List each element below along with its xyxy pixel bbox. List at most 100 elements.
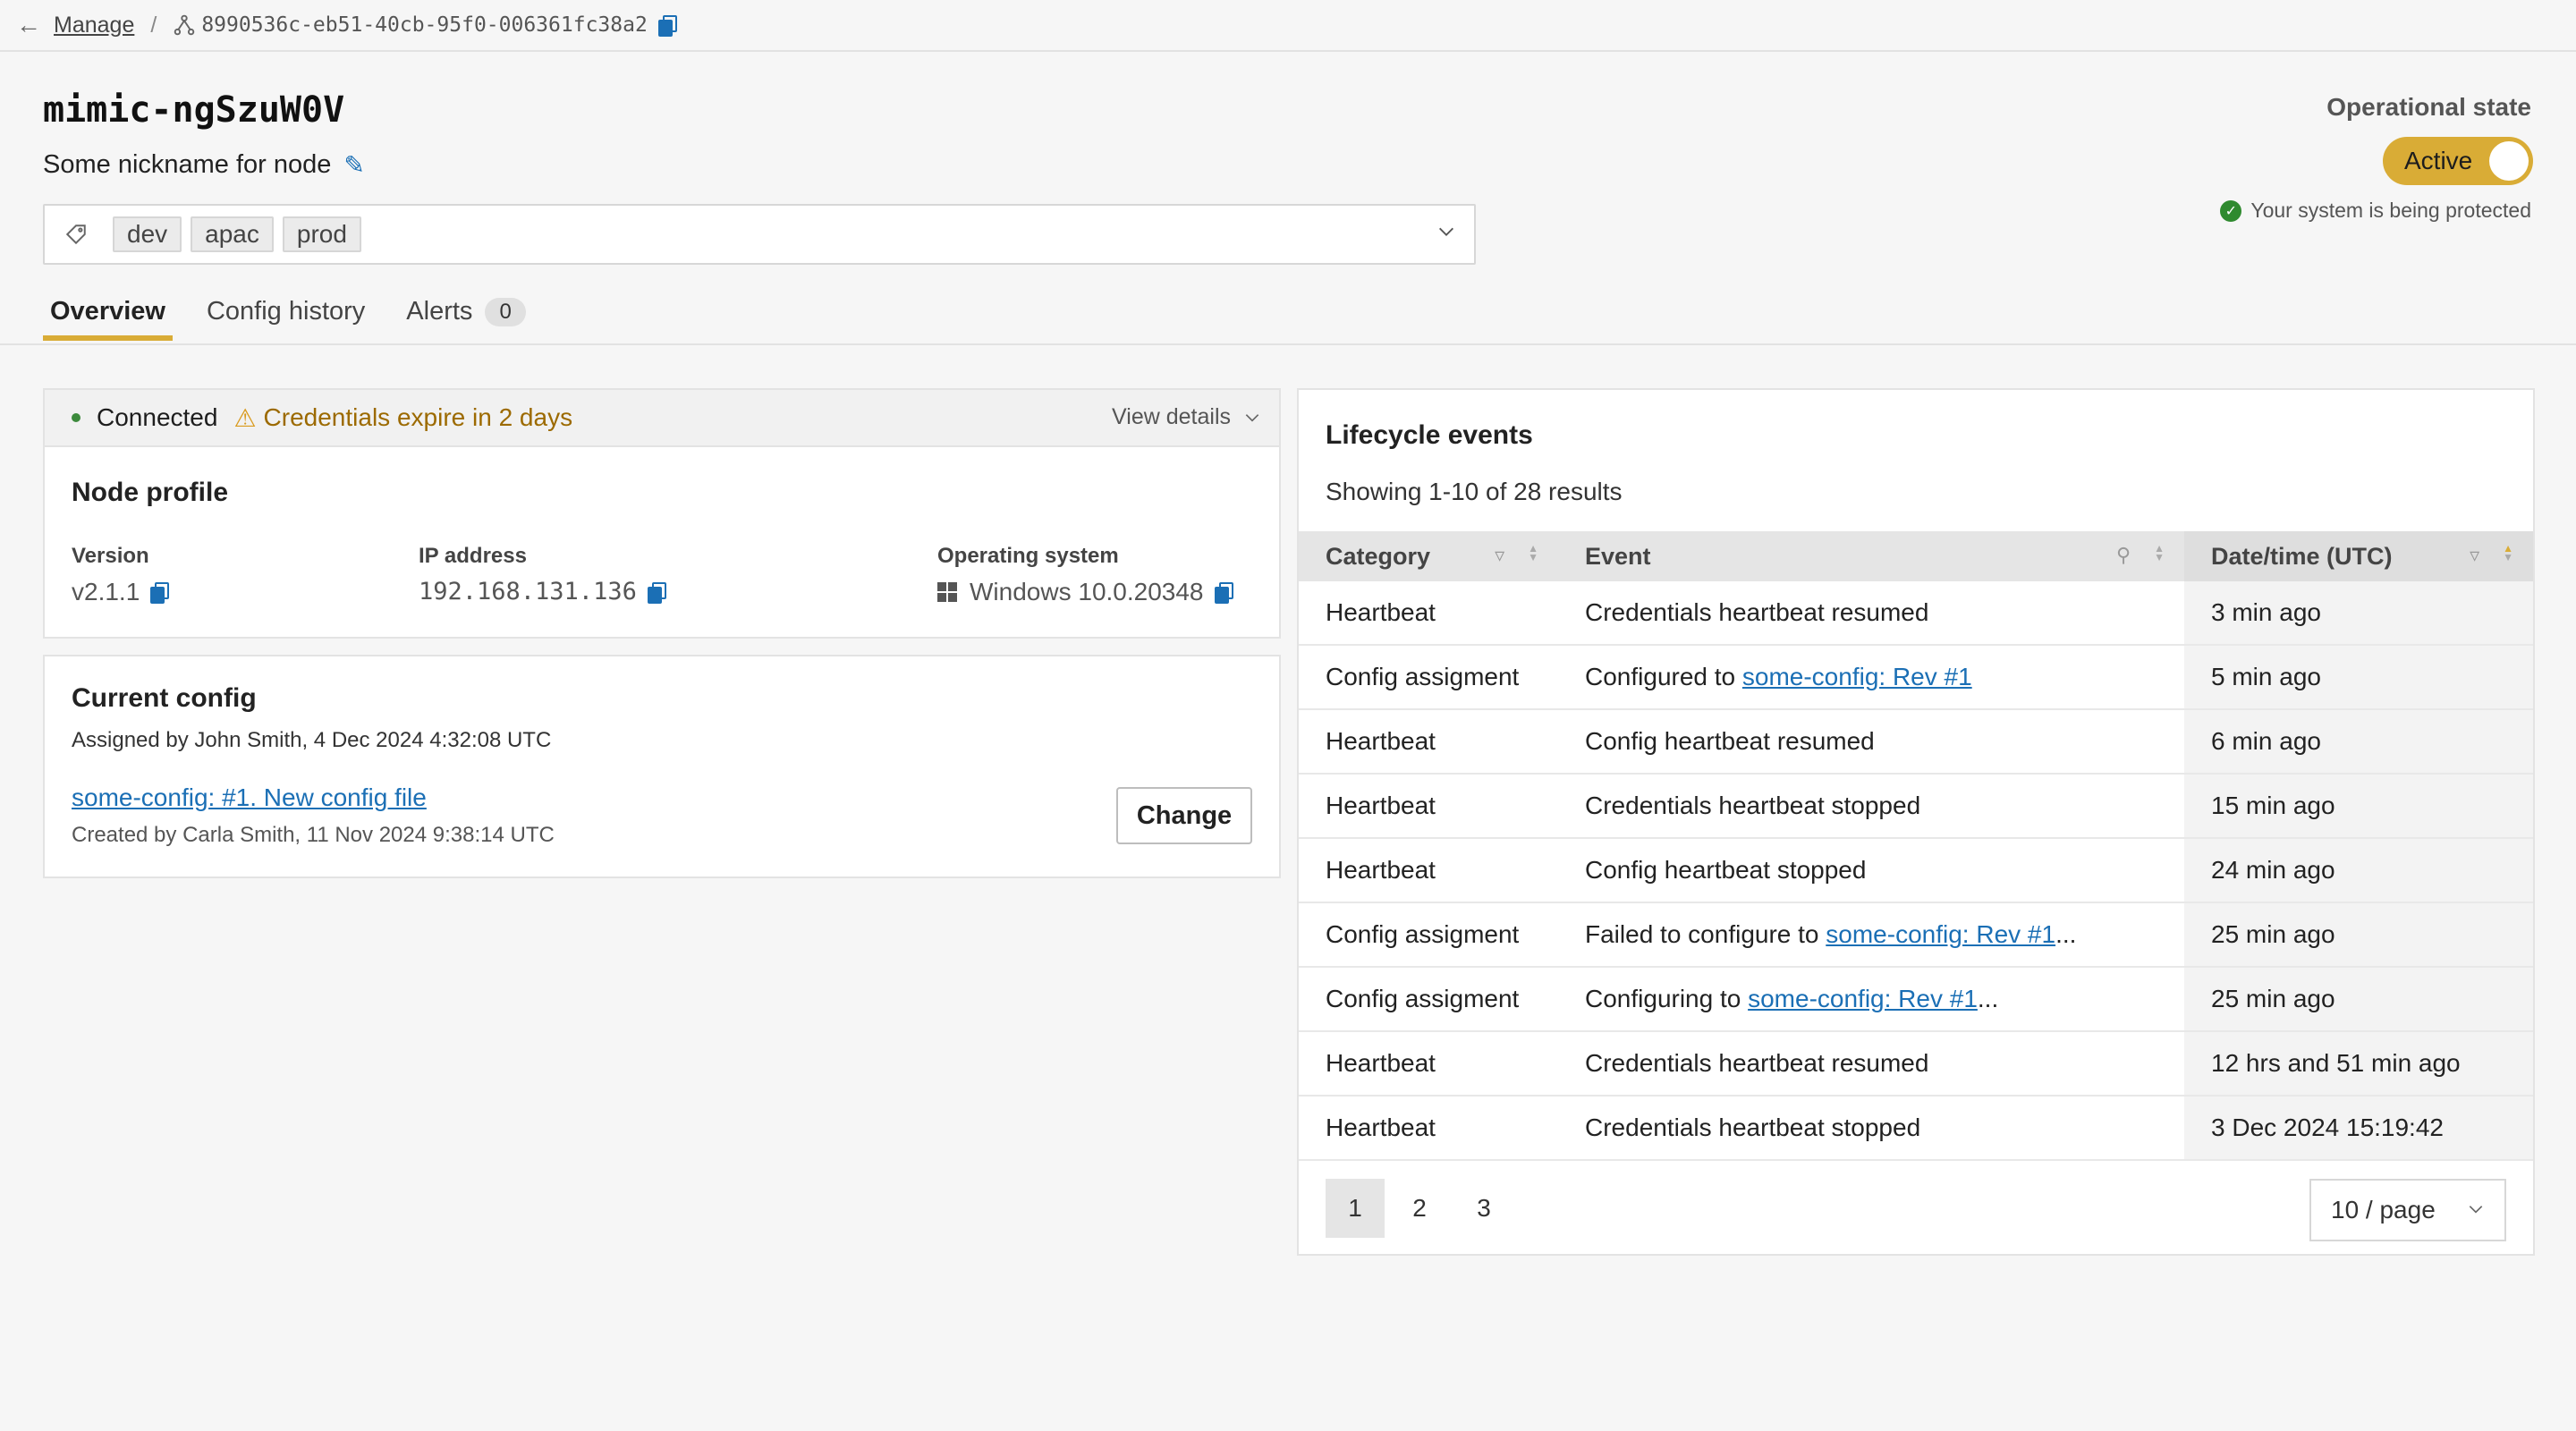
cell-datetime: 3 Dec 2024 15:19:42 <box>2184 1096 2533 1161</box>
config-file-link[interactable]: some-config: #1. New config file <box>72 783 427 812</box>
event-text: Configuring to <box>1585 985 1749 1012</box>
cell-category: Config assigment <box>1299 967 1558 1032</box>
filter-icon[interactable]: ▿ <box>2470 544 2479 567</box>
event-text: Config heartbeat stopped <box>1585 856 1867 884</box>
current-config-title: Current config <box>72 683 257 713</box>
column-datetime-label: Date/time (UTC) <box>2211 542 2393 570</box>
alerts-count-badge: 0 <box>485 297 526 326</box>
cell-event: Credentials heartbeat stopped <box>1558 1096 2184 1161</box>
tab-alerts[interactable]: Alerts 0 <box>399 292 533 341</box>
sort-icon[interactable]: ▲ ▼ <box>2154 543 2165 567</box>
chevron-down-icon <box>1245 413 1259 422</box>
page-button-2[interactable]: 2 <box>1390 1179 1449 1238</box>
protection-status: ✓ Your system is being protected <box>2220 199 2531 223</box>
cell-category: Config assigment <box>1299 645 1558 710</box>
cell-datetime: 24 min ago <box>2184 838 2533 903</box>
page-button-3[interactable]: 3 <box>1454 1179 1513 1238</box>
column-category: Category ▿ ▲ ▼ <box>1299 531 1558 581</box>
chevron-down-icon <box>2469 1206 2483 1214</box>
copy-icon[interactable] <box>657 15 677 37</box>
credentials-warning: Credentials expire in 2 days <box>263 403 573 431</box>
event-text: Credentials heartbeat resumed <box>1585 1049 1929 1077</box>
table-header-row: Category ▿ ▲ ▼ Event ⚲ ▲ ▼ Date/time (UT… <box>1299 531 2533 581</box>
cell-event: Failed to configure to some-config: Rev … <box>1558 902 2184 968</box>
tag-chip[interactable]: dev <box>113 216 182 252</box>
os-field: Operating system Windows 10.0.20348 <box>937 544 1233 606</box>
copy-icon[interactable] <box>150 582 170 604</box>
event-config-link[interactable]: some-config: Rev #1 <box>1748 985 1978 1013</box>
event-text: Credentials heartbeat stopped <box>1585 1113 1921 1141</box>
copy-icon[interactable] <box>1214 582 1233 604</box>
operational-state-toggle[interactable]: Active <box>2383 137 2533 185</box>
cell-event: Configuring to some-config: Rev #1... <box>1558 967 2184 1032</box>
event-ellipsis: ... <box>2055 920 2077 948</box>
sort-ascending-icon[interactable]: ▲ ▼ <box>2503 543 2513 567</box>
category-text: Heartbeat <box>1326 1049 1436 1077</box>
cell-datetime: 5 min ago <box>2184 645 2533 710</box>
cell-event: Credentials heartbeat resumed <box>1558 1031 2184 1097</box>
assigned-by-text: Assigned by John Smith, 4 Dec 2024 4:32:… <box>72 728 552 752</box>
pagination: 1 2 3 <box>1326 1179 1513 1238</box>
search-icon[interactable]: ⚲ <box>2116 544 2131 567</box>
version-value-row: v2.1.1 <box>72 578 170 606</box>
version-field: Version v2.1.1 <box>72 544 170 606</box>
filter-icon[interactable]: ▿ <box>1495 544 1504 567</box>
version-value: v2.1.1 <box>72 578 140 605</box>
breadcrumb-separator: / <box>150 12 157 38</box>
tag-icon <box>65 224 86 245</box>
tags-select[interactable]: dev apac prod <box>43 204 1476 265</box>
events-table-body: Heartbeat Credentials heartbeat resumed 3 … <box>1299 581 2533 1161</box>
os-value-row: Windows 10.0.20348 <box>937 578 1233 606</box>
event-config-link[interactable]: some-config: Rev #1 <box>1742 663 1972 691</box>
tab-overview[interactable]: Overview <box>43 292 173 341</box>
node-profile-title: Node profile <box>72 478 229 507</box>
page-size-select[interactable]: 10 / page <box>2309 1179 2506 1241</box>
breadcrumb-manage-link[interactable]: Manage <box>54 13 134 38</box>
table-row: Heartbeat Credentials heartbeat stopped 15… <box>1299 774 2533 839</box>
node-detail-page: ← Manage / 8990536c-eb51-40cb-95f0-00636… <box>0 0 2576 1431</box>
warning-icon: ⚠ <box>233 403 257 432</box>
chevron-down-icon[interactable] <box>1436 222 1456 241</box>
ip-value: 192.168.131.136 <box>419 578 637 605</box>
category-text: Config assigment <box>1326 920 1520 948</box>
tab-alerts-label: Alerts <box>406 297 473 326</box>
arrow-left-icon[interactable]: ← <box>16 11 41 38</box>
event-ellipsis: ... <box>1977 985 1999 1012</box>
tag-chip[interactable]: apac <box>191 216 274 252</box>
change-config-button[interactable]: Change <box>1116 787 1252 844</box>
view-details-button[interactable]: View details <box>1112 404 1261 430</box>
datetime-text: 25 min ago <box>2211 985 2335 1012</box>
tab-config-history[interactable]: Config history <box>199 292 372 341</box>
connection-status-bar: Connected ⚠ Credentials expire in 2 days… <box>45 390 1279 447</box>
ip-field: IP address 192.168.131.136 <box>419 544 666 605</box>
cell-datetime: 3 min ago <box>2184 581 2533 646</box>
tag-chip[interactable]: prod <box>282 216 361 252</box>
cell-datetime: 25 min ago <box>2184 902 2533 968</box>
created-by-text: Created by Carla Smith, 11 Nov 2024 9:38… <box>72 823 555 847</box>
cell-datetime: 6 min ago <box>2184 709 2533 775</box>
cell-category: Config assigment <box>1299 902 1558 968</box>
category-text: Heartbeat <box>1326 727 1436 755</box>
datetime-text: 6 min ago <box>2211 727 2321 755</box>
results-count: Showing 1-10 of 28 results <box>1326 478 1623 505</box>
cell-category: Heartbeat <box>1299 774 1558 839</box>
event-text: Failed to configure to <box>1585 920 1826 948</box>
category-text: Config assigment <box>1326 985 1520 1012</box>
event-config-link[interactable]: some-config: Rev #1 <box>1826 920 2055 949</box>
cell-datetime: 25 min ago <box>2184 967 2533 1032</box>
os-value: Windows 10.0.20348 <box>970 578 1204 605</box>
cell-category: Heartbeat <box>1299 838 1558 903</box>
edit-pencil-icon[interactable]: ✎ <box>343 150 364 180</box>
table-row: Config assigment Failed to configure to s… <box>1299 902 2533 968</box>
sort-icon[interactable]: ▲ ▼ <box>1528 543 1538 567</box>
cell-category: Heartbeat <box>1299 1096 1558 1161</box>
events-table: Category ▿ ▲ ▼ Event ⚲ ▲ ▼ Date/time (UT… <box>1299 531 2533 1161</box>
windows-icon <box>937 582 957 602</box>
page-button-1[interactable]: 1 <box>1326 1179 1385 1238</box>
tab-divider <box>0 343 2576 345</box>
nickname-text: Some nickname for node <box>43 150 332 179</box>
category-text: Heartbeat <box>1326 792 1436 819</box>
category-text: Heartbeat <box>1326 598 1436 626</box>
copy-icon[interactable] <box>647 581 666 604</box>
datetime-text: 5 min ago <box>2211 663 2321 690</box>
